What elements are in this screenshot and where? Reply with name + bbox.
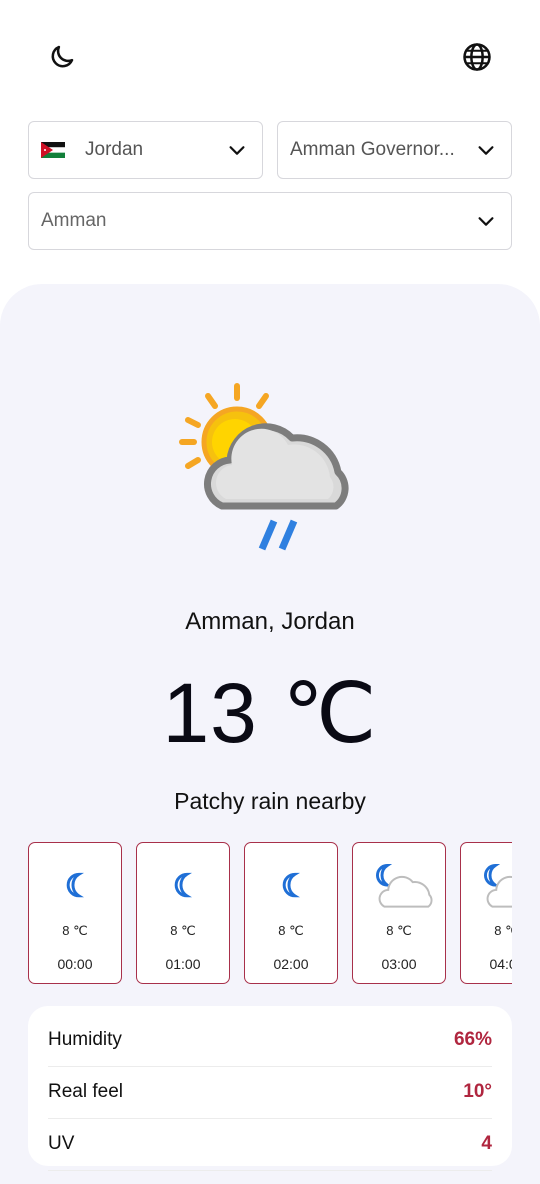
moon-icon bbox=[66, 872, 85, 898]
current-temperature: 13 ℃ bbox=[162, 666, 378, 760]
city-value: Amman bbox=[41, 210, 107, 231]
city-select[interactable]: Amman bbox=[28, 192, 512, 250]
hour-time: 01:00 bbox=[165, 956, 201, 972]
moon-icon bbox=[282, 872, 301, 898]
language-button[interactable] bbox=[457, 37, 497, 77]
hourly-forecast[interactable]: 8 ℃ 00:00 8 ℃ 01:00 8 ℃ 02:00 8 ℃ 03:00 … bbox=[28, 842, 512, 986]
chevron-down-icon bbox=[478, 146, 494, 155]
hour-card[interactable]: 8 ℃ 00:00 bbox=[28, 842, 122, 984]
country-select[interactable]: Jordan bbox=[28, 121, 263, 179]
detail-label: UV bbox=[48, 1133, 75, 1154]
hour-card[interactable]: 8 ℃ 02:00 bbox=[244, 842, 338, 984]
real-feel-row: Real feel 10° bbox=[48, 1066, 492, 1119]
hour-temperature: 8 ℃ bbox=[62, 923, 88, 938]
hour-card[interactable]: 8 ℃ 04:00 bbox=[460, 842, 512, 984]
uv-row: UV 4 bbox=[48, 1118, 492, 1171]
moon-cloud-icon bbox=[376, 864, 433, 908]
hour-time: 00:00 bbox=[57, 956, 93, 972]
chevron-down-icon bbox=[229, 146, 245, 155]
detail-label: Real feel bbox=[48, 1081, 123, 1102]
hour-time: 04:00 bbox=[489, 956, 512, 972]
theme-toggle-button[interactable] bbox=[42, 37, 82, 77]
top-bar bbox=[0, 0, 540, 110]
moon-icon bbox=[51, 45, 74, 68]
detail-label: Humidity bbox=[48, 1029, 122, 1050]
country-value: Jordan bbox=[85, 139, 144, 160]
chevron-down-icon bbox=[478, 217, 494, 226]
globe-icon bbox=[463, 43, 491, 71]
region-select[interactable]: Amman Governor... bbox=[277, 121, 512, 179]
hour-temperature: 8 ℃ bbox=[170, 923, 196, 938]
sun-cloud-rain-icon bbox=[179, 383, 349, 551]
moon-icon bbox=[174, 872, 193, 898]
humidity-row: Humidity 66% bbox=[48, 1014, 492, 1067]
hour-temperature: 8 ℃ bbox=[278, 923, 304, 938]
hour-time: 03:00 bbox=[381, 956, 417, 972]
hour-time: 02:00 bbox=[273, 956, 309, 972]
region-value: Amman Governor... bbox=[290, 139, 455, 160]
hour-temperature: 8 ℃ bbox=[386, 923, 412, 938]
detail-value: 66% bbox=[453, 1029, 492, 1050]
hour-card[interactable]: 8 ℃ 03:00 bbox=[352, 842, 446, 984]
weather-details-card: Humidity 66% Real feel 10° UV 4 bbox=[28, 1006, 512, 1171]
jordan-flag-icon bbox=[41, 142, 65, 158]
detail-value: 10° bbox=[463, 1081, 492, 1102]
moon-cloud-icon bbox=[484, 864, 512, 908]
hour-card[interactable]: 8 ℃ 01:00 bbox=[136, 842, 230, 984]
hour-temperature: 8 ℃ bbox=[494, 923, 512, 938]
location-name: Amman, Jordan bbox=[185, 608, 355, 635]
detail-value: 4 bbox=[481, 1133, 492, 1154]
weather-condition: Patchy rain nearby bbox=[174, 788, 366, 814]
